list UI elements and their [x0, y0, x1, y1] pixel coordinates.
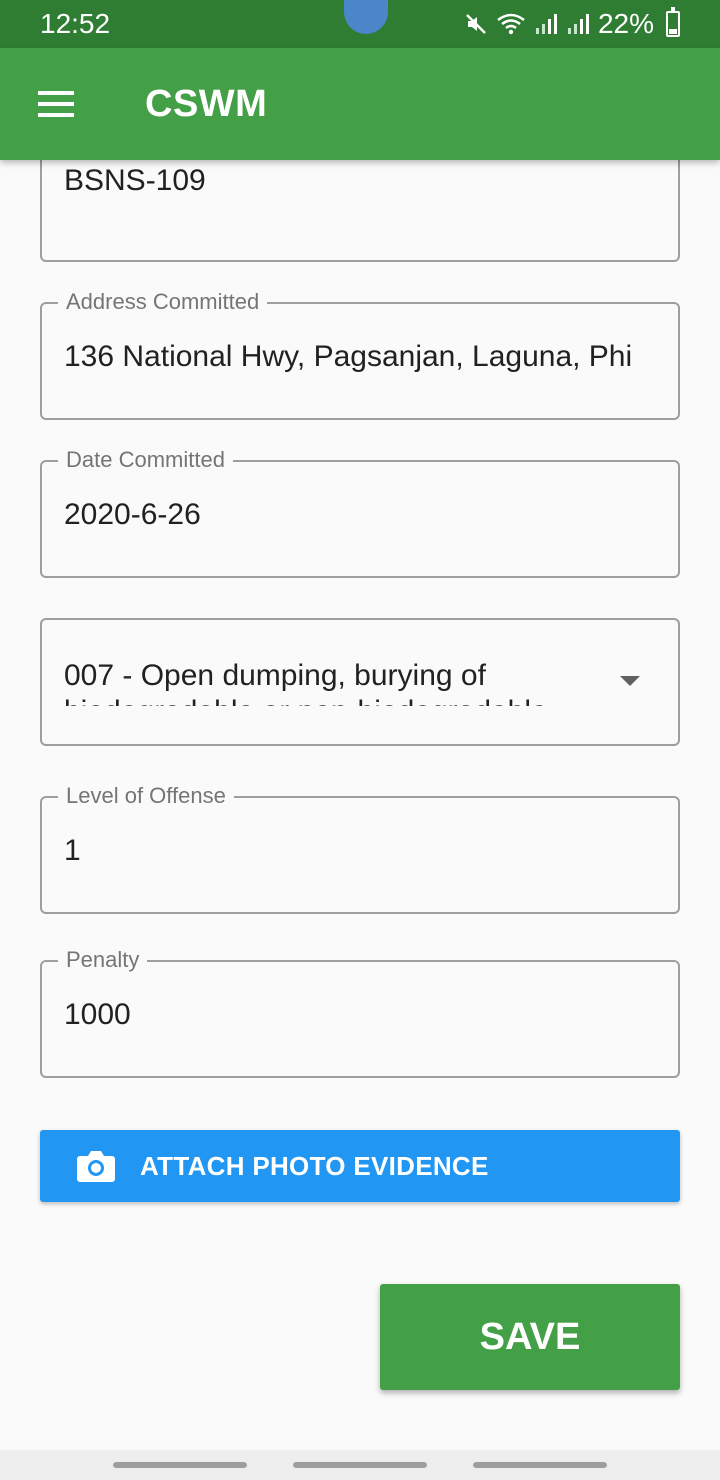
- system-nav-bar: [0, 1450, 720, 1480]
- attach-photo-button[interactable]: ATTACH PHOTO EVIDENCE: [40, 1130, 680, 1202]
- address-committed-label: Address Committed: [58, 288, 268, 316]
- nav-home-button[interactable]: [293, 1462, 427, 1468]
- violation-dropdown[interactable]: 007 - Open dumping, burying of biodegrad…: [40, 618, 680, 746]
- signal-icon: [535, 14, 557, 34]
- nav-recents-button[interactable]: [113, 1462, 247, 1468]
- level-of-offense-value: 1: [64, 834, 81, 867]
- signal-icon: [567, 14, 589, 34]
- save-button[interactable]: SAVE: [380, 1284, 680, 1390]
- status-icons: 22%: [464, 7, 680, 40]
- camera-icon: [76, 1148, 116, 1184]
- battery-percent: 22%: [597, 8, 654, 39]
- status-bar: 12:52 22%: [0, 0, 720, 48]
- ticket-number-field[interactable]: BSNS-109: [40, 160, 680, 262]
- address-committed-value: 136 National Hwy, Pagsanjan, Laguna, Phi: [64, 340, 633, 373]
- penalty-field[interactable]: Penalty 1000: [40, 946, 680, 1078]
- nav-back-button[interactable]: [473, 1462, 607, 1468]
- status-time: 12:52: [40, 8, 111, 39]
- date-committed-value: 2020-6-26: [64, 498, 201, 531]
- level-of-offense-label: Level of Offense: [58, 782, 234, 810]
- violation-dropdown-value: 007 - Open dumping, burying of biodegrad…: [64, 659, 573, 706]
- penalty-value: 1000: [64, 998, 131, 1031]
- wifi-icon: [497, 13, 525, 35]
- hamburger-menu-icon[interactable]: [0, 48, 112, 160]
- penalty-label: Penalty: [58, 946, 148, 974]
- app-bar: CSWM: [0, 48, 720, 160]
- ticket-number-value: BSNS-109: [64, 164, 206, 197]
- address-committed-field[interactable]: Address Committed 136 National Hwy, Pags…: [40, 288, 680, 420]
- date-committed-label: Date Committed: [58, 446, 233, 474]
- app-title: CSWM: [145, 82, 268, 125]
- mute-icon: [466, 14, 486, 34]
- attach-photo-label: ATTACH PHOTO EVIDENCE: [140, 1150, 489, 1181]
- form-content[interactable]: BSNS-109 Address Committed 136 National …: [0, 160, 720, 1450]
- level-of-offense-field[interactable]: Level of Offense 1: [40, 782, 680, 914]
- battery-icon: [666, 7, 680, 37]
- dropdown-arrow-icon: [620, 676, 640, 686]
- front-camera: [344, 0, 388, 34]
- date-committed-field[interactable]: Date Committed 2020-6-26: [40, 446, 680, 578]
